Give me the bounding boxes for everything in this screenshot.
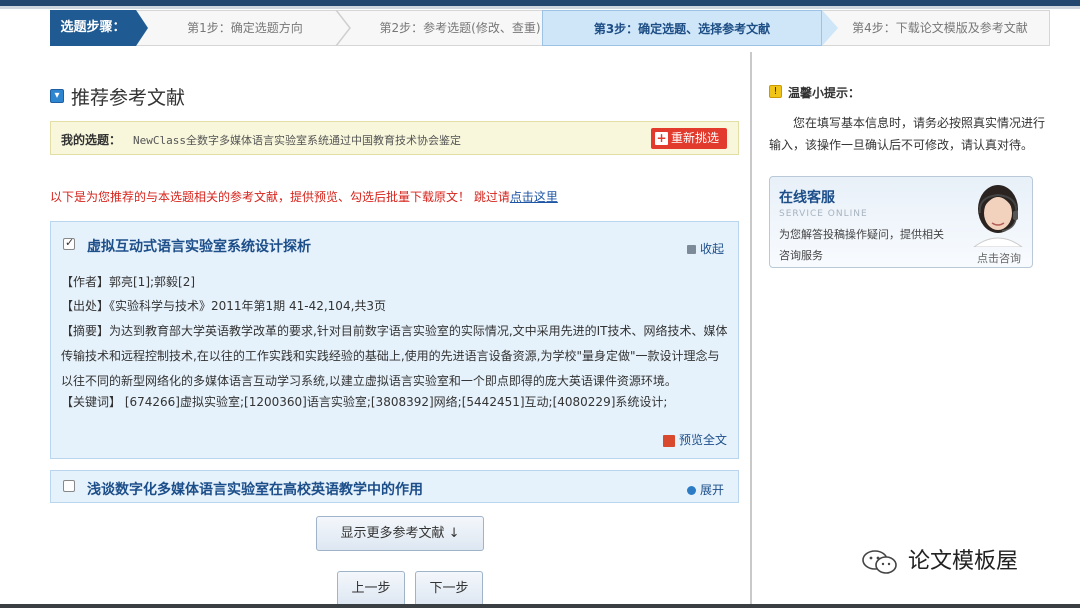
bottom-border [0,604,1080,608]
reference-abstract: 【摘要】为达到教育部大学英语教学改革的要求,针对目前数字语言实验室的实际情况,文… [61,324,728,388]
expand-icon [687,486,696,495]
reference-title[interactable]: 虚拟互动式语言实验室系统设计探析 [87,236,311,256]
preview-label: 预览全文 [679,433,728,447]
notice-skip: 跳过请 [473,190,510,204]
reselect-button[interactable]: + 重新挑选 [651,128,727,149]
collapse-icon [687,245,696,254]
reference-title[interactable]: 浅谈数字化多媒体语言实验室在高校英语教学中的作用 [87,479,423,499]
step-bar: 选题步骤： 第1步：确定选题方向 第2步：参考选题(修改、查重) 第3步：确定选… [50,10,1050,46]
reference-card-expanded: 虚拟互动式语言实验室系统设计探析 收起 【作者】郭亮[1];郭毅[2] 【出处】… [50,221,739,459]
my-topic-text: NewClass全数字多媒体语言实验室系统通过中国教育技术协会鉴定 [133,134,461,147]
top-shadow [0,6,1080,9]
reference-card-collapsed: 浅谈数字化多媒体语言实验室在高校英语教学中的作用 展开 [50,470,739,503]
online-service-panel[interactable]: 在线客服 SERVICE ONLINE 为您解答投稿操作疑问，提供相关咨询服务 … [769,176,1033,268]
service-subtitle: SERVICE ONLINE [779,209,868,219]
select-checkbox[interactable] [63,236,75,250]
page-title: 推荐参考文献 [71,87,186,109]
pdf-icon [663,434,675,447]
service-text: 为您解答投稿操作疑问，提供相关咨询服务 [779,228,944,262]
reference-keywords: 【关键词】 [674266]虚拟实验室;[1200360]语言实验室;[3808… [61,395,668,409]
plus-icon: + [655,131,668,145]
wechat-icon [862,550,897,574]
support-agent-avatar [973,185,1023,247]
collapse-label: 收起 [700,242,725,256]
collapse-button[interactable]: 收起 [687,240,724,257]
section-icon: ▾ [50,89,64,103]
expand-button[interactable]: 展开 [687,481,724,498]
step-2[interactable]: 第2步：参考选题(修改、查重) [350,10,570,46]
reference-source: 【出处】《实验科学与技术》2011年第1期 41-42,104,共3页 [61,299,387,313]
my-topic-box: 我的选题： NewClass全数字多媒体语言实验室系统通过中国教育技术协会鉴定 … [50,121,739,155]
prev-step-button[interactable]: 上一步 [337,571,405,606]
tip-title: 温馨小提示： [788,86,861,100]
tip-icon: ! [769,85,782,98]
service-title: 在线客服 [779,190,835,206]
watermark: 论文模板屋 [860,543,1018,576]
step-1[interactable]: 第1步：确定选题方向 [150,10,340,46]
recommend-notice: 以下是为您推荐的与本选题相关的参考文献，提供预览、勾选后批量下载原文！ 跳过请点… [50,188,558,205]
column-divider [750,52,752,608]
consult-link[interactable]: 点击咨询 [977,250,1021,266]
step-3-active[interactable]: 第3步：确定选题、选择参考文献 [542,10,838,46]
expand-label: 展开 [700,483,725,497]
reference-author: 【作者】郭亮[1];郭毅[2] [61,275,196,289]
step-4[interactable]: 第4步：下载论文模版及参考文献 [830,10,1050,46]
reselect-label: 重新挑选 [671,131,720,145]
notice-text: 以下是为您推荐的与本选题相关的参考文献，提供预览、勾选后批量下载原文！ [50,190,471,204]
show-more-button[interactable]: 显示更多参考文献 ↓ [316,516,484,551]
tip-text: 您在填写基本信息时，请务必按照真实情况进行输入，该操作一旦确认后不可修改，请认真… [769,116,1046,152]
next-step-button[interactable]: 下一步 [415,571,483,606]
step-bar-label: 选题步骤： [50,10,148,46]
skip-link[interactable]: 点击这里 [510,190,558,204]
watermark-text: 论文模板屋 [908,549,1019,574]
my-topic-label: 我的选题： [61,133,122,147]
select-checkbox[interactable] [63,480,75,492]
preview-fulltext-link[interactable]: 预览全文 [663,431,727,448]
